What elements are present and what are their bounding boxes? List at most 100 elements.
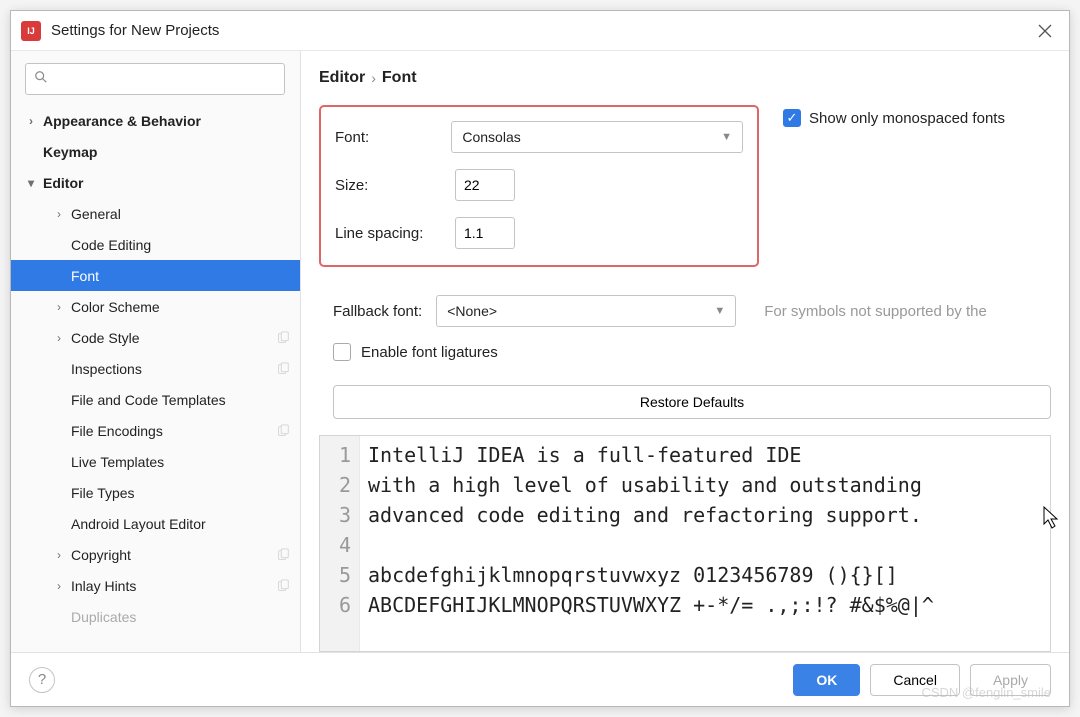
- copy-icon: [276, 579, 290, 593]
- restore-defaults-button[interactable]: Restore Defaults: [333, 385, 1051, 419]
- search-input[interactable]: [25, 63, 285, 95]
- monospaced-label: Show only monospaced fonts: [809, 110, 1005, 127]
- close-icon[interactable]: [1031, 17, 1059, 45]
- sidebar-item-appearance-behavior[interactable]: › Appearance & Behavior: [11, 105, 300, 136]
- sidebar-item-editor[interactable]: ▾ Editor: [11, 167, 300, 198]
- copy-icon: [276, 548, 290, 562]
- sidebar-item-label: Code Style: [71, 330, 139, 346]
- chevron-none-icon: [51, 424, 67, 438]
- chevron-right-icon: ›: [371, 70, 376, 86]
- help-button[interactable]: ?: [29, 667, 55, 693]
- chevron-right-icon: ›: [51, 300, 67, 314]
- sidebar: › Appearance & Behavior Keymap ▾ Editor › Gen…: [11, 51, 301, 652]
- watermark: CSDN @fenglin_smile: [921, 685, 1051, 700]
- sidebar-item-label: File Encodings: [71, 423, 163, 439]
- ligatures-checkbox[interactable]: [333, 343, 351, 361]
- chevron-none-icon: [23, 145, 39, 159]
- sidebar-item-label: Live Templates: [71, 454, 164, 470]
- sidebar-item-label: File and Code Templates: [71, 392, 226, 408]
- sidebar-item-android-layout-editor[interactable]: Android Layout Editor: [11, 508, 300, 539]
- sidebar-item-label: Keymap: [43, 144, 97, 160]
- sidebar-item-general[interactable]: › General: [11, 198, 300, 229]
- fallback-value: <None>: [447, 303, 714, 319]
- form-area: Font: Consolas ▼ Size: Line spacing:: [301, 95, 1069, 271]
- search-icon: [34, 70, 48, 88]
- fallback-hint: For symbols not supported by the: [764, 303, 987, 320]
- chevron-down-icon: ▼: [714, 305, 725, 317]
- sidebar-item-keymap[interactable]: Keymap: [11, 136, 300, 167]
- window-title: Settings for New Projects: [51, 22, 219, 39]
- sidebar-item-file-and-code-templates[interactable]: File and Code Templates: [11, 384, 300, 415]
- sidebar-item-code-style[interactable]: › Code Style: [11, 322, 300, 353]
- chevron-right-icon: ›: [51, 579, 67, 593]
- sidebar-item-label: Editor: [43, 175, 83, 191]
- sidebar-item-label: Color Scheme: [71, 299, 160, 315]
- chevron-right-icon: ›: [51, 207, 67, 221]
- sidebar-item-copyright[interactable]: ›Copyright: [11, 539, 300, 570]
- chevron-none-icon: [51, 238, 67, 252]
- monospaced-checkbox-row[interactable]: ✓ Show only monospaced fonts: [783, 109, 1005, 127]
- chevron-none-icon: [51, 517, 67, 531]
- titlebar: Settings for New Projects: [11, 11, 1069, 51]
- app-icon: [21, 21, 41, 41]
- sidebar-item-live-templates[interactable]: Live Templates: [11, 446, 300, 477]
- highlight-box: Font: Consolas ▼ Size: Line spacing:: [319, 105, 759, 267]
- font-select[interactable]: Consolas ▼: [451, 121, 743, 153]
- sidebar-item-label: File Types: [71, 485, 135, 501]
- ligatures-checkbox-row[interactable]: Enable font ligatures: [301, 337, 1069, 367]
- sidebar-item-inspections[interactable]: Inspections: [11, 353, 300, 384]
- sidebar-item-label: Inlay Hints: [71, 578, 136, 594]
- ligatures-label: Enable font ligatures: [361, 344, 498, 361]
- search-wrap: [11, 51, 300, 105]
- line-spacing-label: Line spacing:: [335, 225, 455, 242]
- preview-editor[interactable]: 123456 IntelliJ IDEA is a full-featured …: [319, 435, 1051, 652]
- copy-icon: [276, 362, 290, 376]
- chevron-right-icon: ›: [51, 331, 67, 345]
- code-area: IntelliJ IDEA is a full-featured IDEwith…: [360, 436, 942, 651]
- settings-tree[interactable]: › Appearance & Behavior Keymap ▾ Editor › Gen…: [11, 105, 300, 652]
- sidebar-item-label: Appearance & Behavior: [43, 113, 201, 129]
- fallback-label: Fallback font:: [333, 303, 422, 320]
- sidebar-item-label: General: [71, 206, 121, 222]
- chevron-right-icon: ›: [23, 114, 39, 128]
- copy-icon: [276, 424, 290, 438]
- sidebar-item-file-types[interactable]: File Types: [11, 477, 300, 508]
- font-label: Font:: [335, 129, 451, 146]
- breadcrumb-current: Font: [382, 69, 417, 87]
- sidebar-item-code-editing[interactable]: Code Editing: [11, 229, 300, 260]
- fallback-select[interactable]: <None> ▼: [436, 295, 736, 327]
- monospaced-checkbox[interactable]: ✓: [783, 109, 801, 127]
- sidebar-item-file-encodings[interactable]: File Encodings: [11, 415, 300, 446]
- line-spacing-input[interactable]: [455, 217, 515, 249]
- chevron-none-icon: [51, 455, 67, 469]
- size-input[interactable]: [455, 169, 515, 201]
- chevron-none-icon: [51, 610, 67, 624]
- sidebar-item-color-scheme[interactable]: › Color Scheme: [11, 291, 300, 322]
- main-panel: Editor › Font Font: Consolas ▼ Size:: [301, 51, 1069, 652]
- ok-button[interactable]: OK: [793, 664, 860, 696]
- chevron-none-icon: [51, 393, 67, 407]
- breadcrumb-parent[interactable]: Editor: [319, 69, 365, 87]
- settings-dialog: Settings for New Projects › Appearance & …: [10, 10, 1070, 707]
- chevron-down-icon: ▾: [23, 176, 39, 190]
- search-field[interactable]: [54, 71, 276, 87]
- chevron-none-icon: [51, 362, 67, 376]
- chevron-right-icon: ›: [51, 548, 67, 562]
- sidebar-item-duplicates[interactable]: Duplicates: [11, 601, 300, 632]
- sidebar-item-label: Inspections: [71, 361, 142, 377]
- gutter: 123456: [320, 436, 360, 651]
- font-value: Consolas: [462, 129, 721, 145]
- sidebar-item-label: Duplicates: [71, 609, 136, 625]
- sidebar-item-label: Font: [71, 268, 99, 284]
- chevron-none-icon: [51, 269, 67, 283]
- sidebar-item-label: Android Layout Editor: [71, 516, 206, 532]
- chevron-down-icon: ▼: [721, 131, 732, 143]
- sidebar-item-inlay-hints[interactable]: › Inlay Hints: [11, 570, 300, 601]
- breadcrumb: Editor › Font: [301, 51, 1069, 95]
- dialog-footer: ? OK Cancel Apply: [11, 652, 1069, 706]
- sidebar-item-label: Code Editing: [71, 237, 151, 253]
- copy-icon: [276, 331, 290, 345]
- fallback-row: Fallback font: <None> ▼ For symbols not …: [301, 271, 1069, 337]
- sidebar-item-font[interactable]: Font: [11, 260, 300, 291]
- chevron-none-icon: [51, 486, 67, 500]
